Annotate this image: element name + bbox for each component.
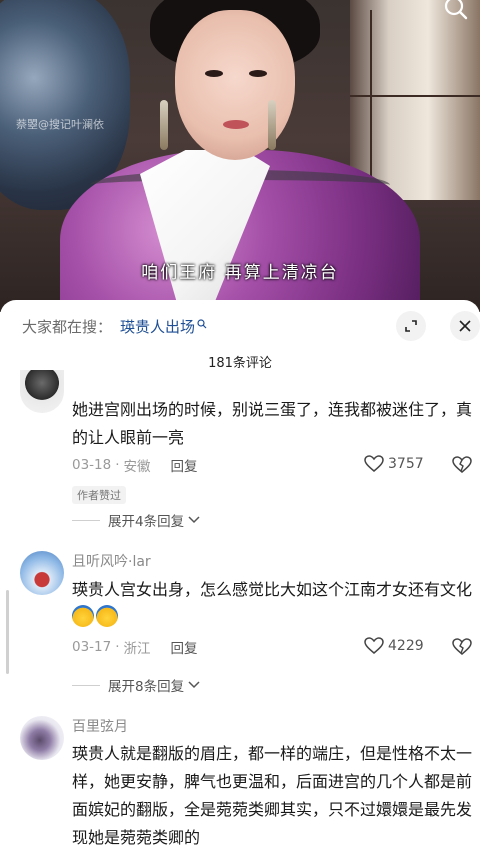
avatar[interactable] — [20, 370, 64, 413]
dislike-button[interactable] — [452, 456, 472, 478]
emoji-icon — [96, 605, 118, 627]
reply-button[interactable]: 回复 — [171, 637, 198, 657]
chevron-down-icon — [188, 516, 200, 524]
comment-sheet: 大家都在搜： 瑛贵人出场 181条评论 她进宫刚出场的时候，别说三蛋了，连我都被… — [0, 300, 480, 853]
divider-line — [72, 684, 100, 686]
broken-heart-icon — [452, 456, 472, 473]
comment-text: 瑛贵人宫女出身，怎么感觉比大如这个江南才女还有文化 — [72, 576, 472, 632]
comment-username[interactable]: 百里弦月 — [72, 716, 128, 736]
comment-location: 安徽 — [123, 459, 151, 475]
expand-replies-button[interactable]: 展开8条回复 — [72, 675, 200, 695]
expand-replies-label: 展开8条回复 — [108, 679, 185, 695]
meta-separator: · — [115, 639, 120, 655]
expand-replies-button[interactable]: 展开4条回复 — [72, 510, 200, 530]
video-player[interactable]: 萘曌@搜记叶澜依 咱们王府 再算上清凉台 — [0, 0, 480, 312]
heart-icon — [364, 455, 384, 472]
fullscreen-button[interactable] — [396, 311, 426, 341]
right-eye — [249, 70, 267, 77]
like-button[interactable]: 4229 — [364, 637, 424, 655]
chevron-down-icon — [188, 681, 200, 689]
lips — [223, 120, 249, 129]
heart-icon — [364, 637, 384, 654]
left-earring — [160, 100, 168, 150]
close-button[interactable] — [450, 311, 480, 341]
video-watermark: 萘曌@搜记叶澜依 — [16, 118, 104, 131]
comment-date: 03-18 — [72, 457, 112, 473]
comment-text-body: 瑛贵人宫女出身，怎么感觉比大如这个江南才女还有文化 — [72, 580, 473, 599]
search-icon[interactable] — [440, 0, 470, 22]
comment-meta: 03-17 · 浙江 回复 — [72, 637, 198, 657]
broken-heart-icon — [452, 638, 472, 655]
comment-username[interactable]: 且听风吟·lar — [72, 551, 151, 571]
video-subtitle: 咱们王府 再算上清凉台 — [141, 263, 339, 283]
search-prefix: 大家都在搜： — [22, 317, 113, 336]
search-icon — [197, 314, 207, 333]
comment-text: 她进宫刚出场的时候，别说三蛋了，连我都被迷住了，真的让人眼前一亮 — [72, 400, 473, 447]
comment-count: 181条评论 — [208, 356, 272, 371]
emoji-icon — [72, 605, 94, 627]
search-term-link[interactable]: 瑛贵人出场 — [120, 316, 195, 337]
comment-text: 瑛贵人就是翻版的眉庄，都一样的端庄，但是性格不太一样，她更安静，脾气也更温和，后… — [72, 744, 473, 847]
comment-date: 03-17 — [72, 639, 112, 655]
like-count: 4229 — [388, 638, 424, 654]
dislike-button[interactable] — [452, 638, 472, 660]
author-liked-badge: 作者赞过 — [72, 486, 126, 504]
avatar[interactable] — [20, 716, 64, 760]
scrollbar[interactable] — [6, 590, 9, 674]
meta-separator: · — [115, 457, 120, 473]
like-button[interactable]: 3757 — [364, 455, 424, 473]
expand-replies-label: 展开4条回复 — [108, 514, 185, 530]
left-eye — [205, 70, 223, 77]
reply-button[interactable]: 回复 — [171, 455, 198, 475]
comment-location: 浙江 — [123, 641, 151, 657]
divider-line — [72, 519, 100, 521]
like-count: 3757 — [388, 456, 424, 472]
avatar[interactable] — [20, 551, 64, 595]
close-icon — [459, 320, 471, 332]
expand-icon — [405, 320, 417, 332]
comment-meta: 03-18 · 安徽 回复 — [72, 455, 198, 475]
actress-face — [175, 10, 295, 160]
right-earring — [268, 100, 276, 150]
background-window — [350, 0, 480, 200]
suggested-search[interactable]: 大家都在搜： 瑛贵人出场 — [22, 314, 207, 338]
